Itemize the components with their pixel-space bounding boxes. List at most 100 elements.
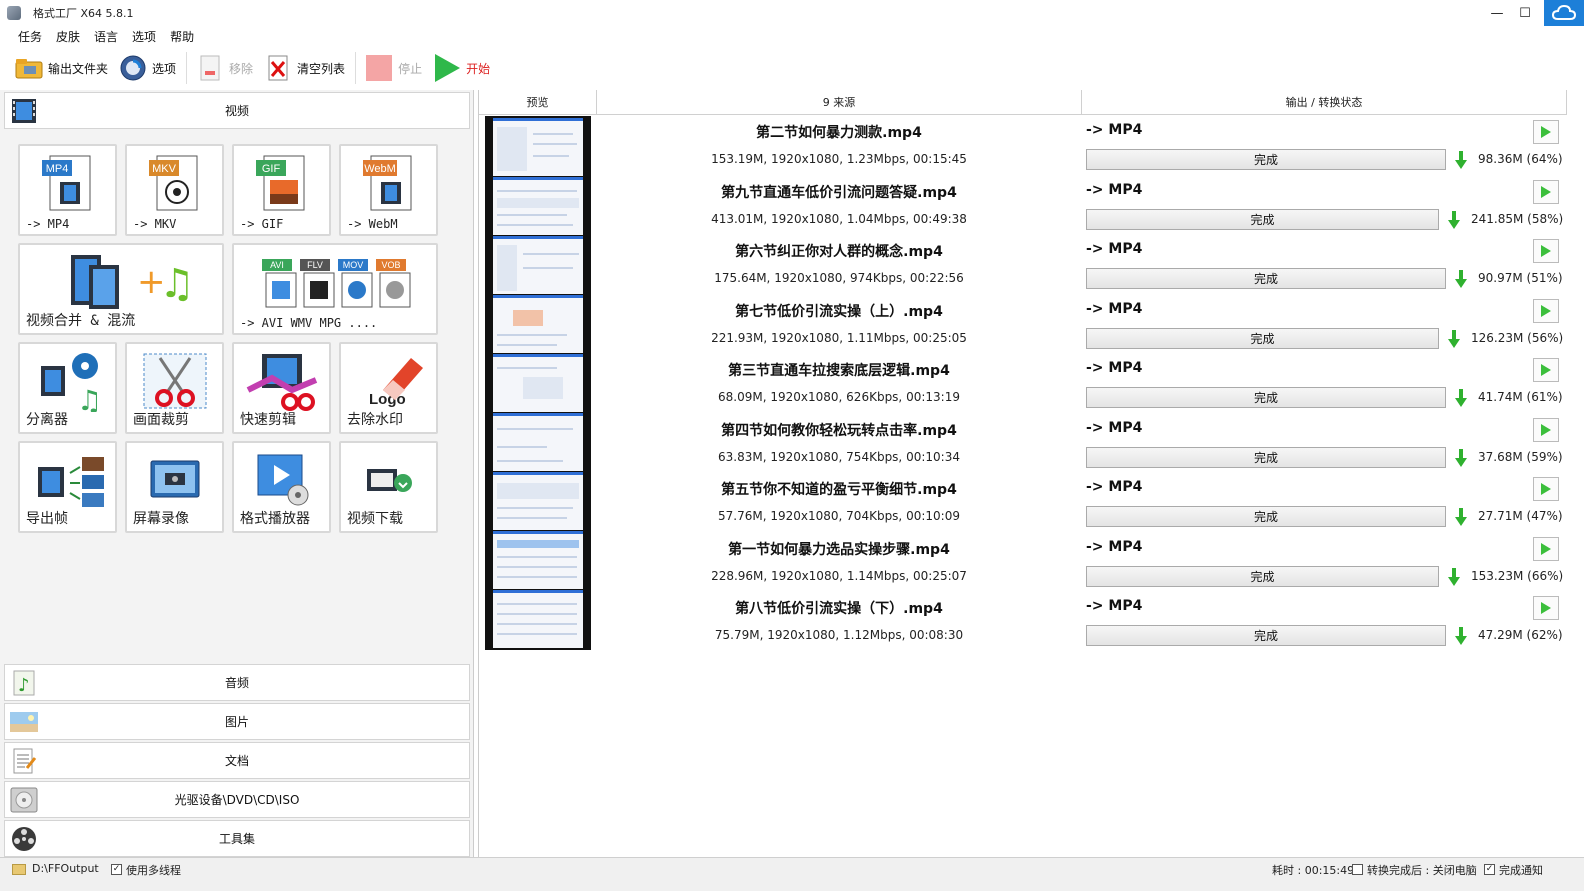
tile-splitter[interactable]: ♫ 分离器 xyxy=(18,342,117,434)
conversion-progress-bar: 完成 xyxy=(1086,446,1446,468)
tile-merge-mux[interactable]: + ♫ 视频合并 & 混流 xyxy=(18,243,224,335)
notify-label: 完成通知 xyxy=(1499,864,1543,877)
source-file-info: 413.01M, 1920x1080, 1.04Mbps, 00:49:38 xyxy=(711,211,967,226)
tile-screen-record[interactable]: 屏幕录像 xyxy=(125,441,224,533)
task-row[interactable]: 第五节你不知道的盈亏平衡细节.mp4 57.76M, 1920x1080, 704… xyxy=(479,475,1567,535)
tile-quick-cut[interactable]: 快速剪辑 xyxy=(232,342,331,434)
menu-options[interactable]: 选项 xyxy=(132,28,156,45)
tile-to-mp4[interactable]: MP4 -> MP4 xyxy=(18,144,117,236)
tile-to-other-formats[interactable]: AVI FLV MOV VOB -> AVI WMV MPG .... xyxy=(232,243,438,335)
category-audio[interactable]: ♪ 音频 xyxy=(4,664,470,701)
tile-to-webm[interactable]: WebM -> WebM xyxy=(339,144,438,236)
multithread-checkbox[interactable]: ✓ xyxy=(111,864,122,875)
output-format: -> MP4 xyxy=(1086,479,1143,495)
document-icon xyxy=(9,746,39,776)
compression-percent: (66%) xyxy=(1527,568,1564,583)
tile-remove-watermark[interactable]: Logo 去除水印 xyxy=(339,342,438,434)
svg-text:VOB: VOB xyxy=(381,260,400,270)
down-arrow-icon xyxy=(1454,447,1468,469)
category-document[interactable]: 文档 xyxy=(4,742,470,779)
svg-text:FLV: FLV xyxy=(307,260,323,270)
play-icon xyxy=(1541,126,1551,138)
conversion-progress-bar: 完成 xyxy=(1086,208,1439,230)
play-icon xyxy=(1541,542,1551,555)
options-button[interactable]: 选项 xyxy=(118,50,176,86)
remove-button[interactable]: 移除 xyxy=(195,50,253,86)
notify-checkbox[interactable]: ✓ xyxy=(1484,864,1495,875)
task-row[interactable]: 第一节如何暴力选品实操步骤.mp4 228.96M, 1920x1080, 1.1… xyxy=(479,535,1567,595)
category-disc[interactable]: 光驱设备\DVD\CD\ISO xyxy=(4,781,470,818)
play-button[interactable] xyxy=(1533,179,1559,204)
svg-text:AVI: AVI xyxy=(270,260,284,270)
column-header-source[interactable]: 9 来源 xyxy=(597,90,1082,115)
output-format: -> MP4 xyxy=(1086,241,1143,257)
output-format: -> MP4 xyxy=(1086,419,1143,436)
output-format: -> MP4 xyxy=(1086,300,1143,317)
play-button[interactable] xyxy=(1533,596,1559,620)
category-image[interactable]: 图片 xyxy=(4,703,470,740)
cloud-button[interactable] xyxy=(1544,0,1584,26)
play-button[interactable] xyxy=(1533,477,1559,501)
play-button[interactable] xyxy=(1533,536,1559,561)
output-size: 90.97M (51%) xyxy=(1478,271,1563,285)
play-button[interactable] xyxy=(1533,358,1559,382)
source-file-name: 第一节如何暴力选品实操步骤.mp4 xyxy=(728,541,950,558)
svg-text:MKV: MKV xyxy=(152,163,177,175)
multi-format-icon: AVI FLV MOV VOB xyxy=(234,249,436,315)
task-row[interactable]: 第三节直通车拉搜索底层逻辑.mp4 68.09M, 1920x1080, 626K… xyxy=(479,356,1567,416)
task-row[interactable]: 第九节直通车低价引流问题答疑.mp4 413.01M, 1920x1080, 1.… xyxy=(479,178,1567,238)
category-video[interactable]: 视频 xyxy=(4,92,470,129)
play-button[interactable] xyxy=(1533,239,1559,263)
menu-language[interactable]: 语言 xyxy=(94,28,118,45)
output-path[interactable]: D:\FFOutput xyxy=(32,862,99,875)
tile-to-mkv[interactable]: MKV -> MKV xyxy=(125,144,224,236)
folder-icon[interactable] xyxy=(12,864,26,875)
task-row[interactable]: 第七节低价引流实操（上）.mp4 221.93M, 1920x1080, 1.11… xyxy=(479,297,1567,357)
output-size: 47.29M (62%) xyxy=(1478,628,1563,642)
output-size: 27.71M (47%) xyxy=(1478,509,1563,523)
elapsed-time: 耗时 : 00:15:49 xyxy=(1272,864,1355,877)
menu-skin[interactable]: 皮肤 xyxy=(56,28,80,45)
task-row[interactable]: 第二节如何暴力测款.mp4 153.19M, 1920x1080, 1.23Mbp… xyxy=(479,118,1567,178)
task-row[interactable]: 第四节如何教你轻松玩转点击率.mp4 63.83M, 1920x1080, 754… xyxy=(479,416,1567,476)
column-header-output[interactable]: 输出 / 转换状态 xyxy=(1082,90,1567,115)
tile-export-frames[interactable]: 导出帧 xyxy=(18,441,117,533)
source-file-info: 57.76M, 1920x1080, 704Kbps, 00:10:09 xyxy=(718,509,960,523)
task-row[interactable]: 第八节低价引流实操（下）.mp4 75.79M, 1920x1080, 1.12M… xyxy=(479,594,1567,654)
mkv-file-icon: MKV xyxy=(127,150,222,216)
film-icon xyxy=(9,96,39,126)
output-size: 241.85M (58%) xyxy=(1471,211,1564,226)
source-file-name: 第三节直通车拉搜索底层逻辑.mp4 xyxy=(728,363,950,379)
play-icon xyxy=(1541,185,1551,198)
minimize-button[interactable]: — xyxy=(1482,0,1512,26)
gif-file-icon: GIF xyxy=(234,150,329,216)
task-row[interactable]: 第六节纠正你对人群的概念.mp4 175.64M, 1920x1080, 974K… xyxy=(479,237,1567,297)
player-icon xyxy=(234,447,329,513)
play-icon xyxy=(1541,602,1551,614)
down-arrow-icon xyxy=(1454,387,1468,409)
stop-button[interactable]: 停止 xyxy=(364,50,422,86)
output-format: -> MP4 xyxy=(1086,538,1143,555)
column-header-preview[interactable]: 预览 xyxy=(479,90,597,115)
after-convert-checkbox[interactable] xyxy=(1352,864,1363,875)
menu-help[interactable]: 帮助 xyxy=(170,28,194,45)
tile-video-download[interactable]: 视频下载 xyxy=(339,441,438,533)
tile-crop[interactable]: 画面裁剪 xyxy=(125,342,224,434)
conversion-progress-bar: 完成 xyxy=(1086,387,1446,408)
tile-player[interactable]: 格式播放器 xyxy=(232,441,331,533)
play-button[interactable] xyxy=(1533,120,1559,144)
compression-percent: (58%) xyxy=(1527,211,1564,226)
maximize-button[interactable]: ☐ xyxy=(1510,0,1540,26)
play-button[interactable] xyxy=(1533,298,1559,323)
menu-task[interactable]: 任务 xyxy=(18,28,42,45)
svg-text:♫: ♫ xyxy=(77,384,102,412)
category-tools[interactable]: 工具集 xyxy=(4,820,470,857)
output-folder-button[interactable]: 输出文件夹 xyxy=(14,50,108,86)
clear-list-button[interactable]: 清空列表 xyxy=(263,50,345,86)
source-file-info: 175.64M, 1920x1080, 974Kbps, 00:22:56 xyxy=(714,271,964,285)
remove-document-icon xyxy=(195,53,225,83)
tile-to-gif[interactable]: GIF -> GIF xyxy=(232,144,331,236)
compression-percent: (62%) xyxy=(1526,628,1563,642)
start-button[interactable]: 开始 xyxy=(432,50,490,86)
play-button[interactable] xyxy=(1533,417,1559,442)
